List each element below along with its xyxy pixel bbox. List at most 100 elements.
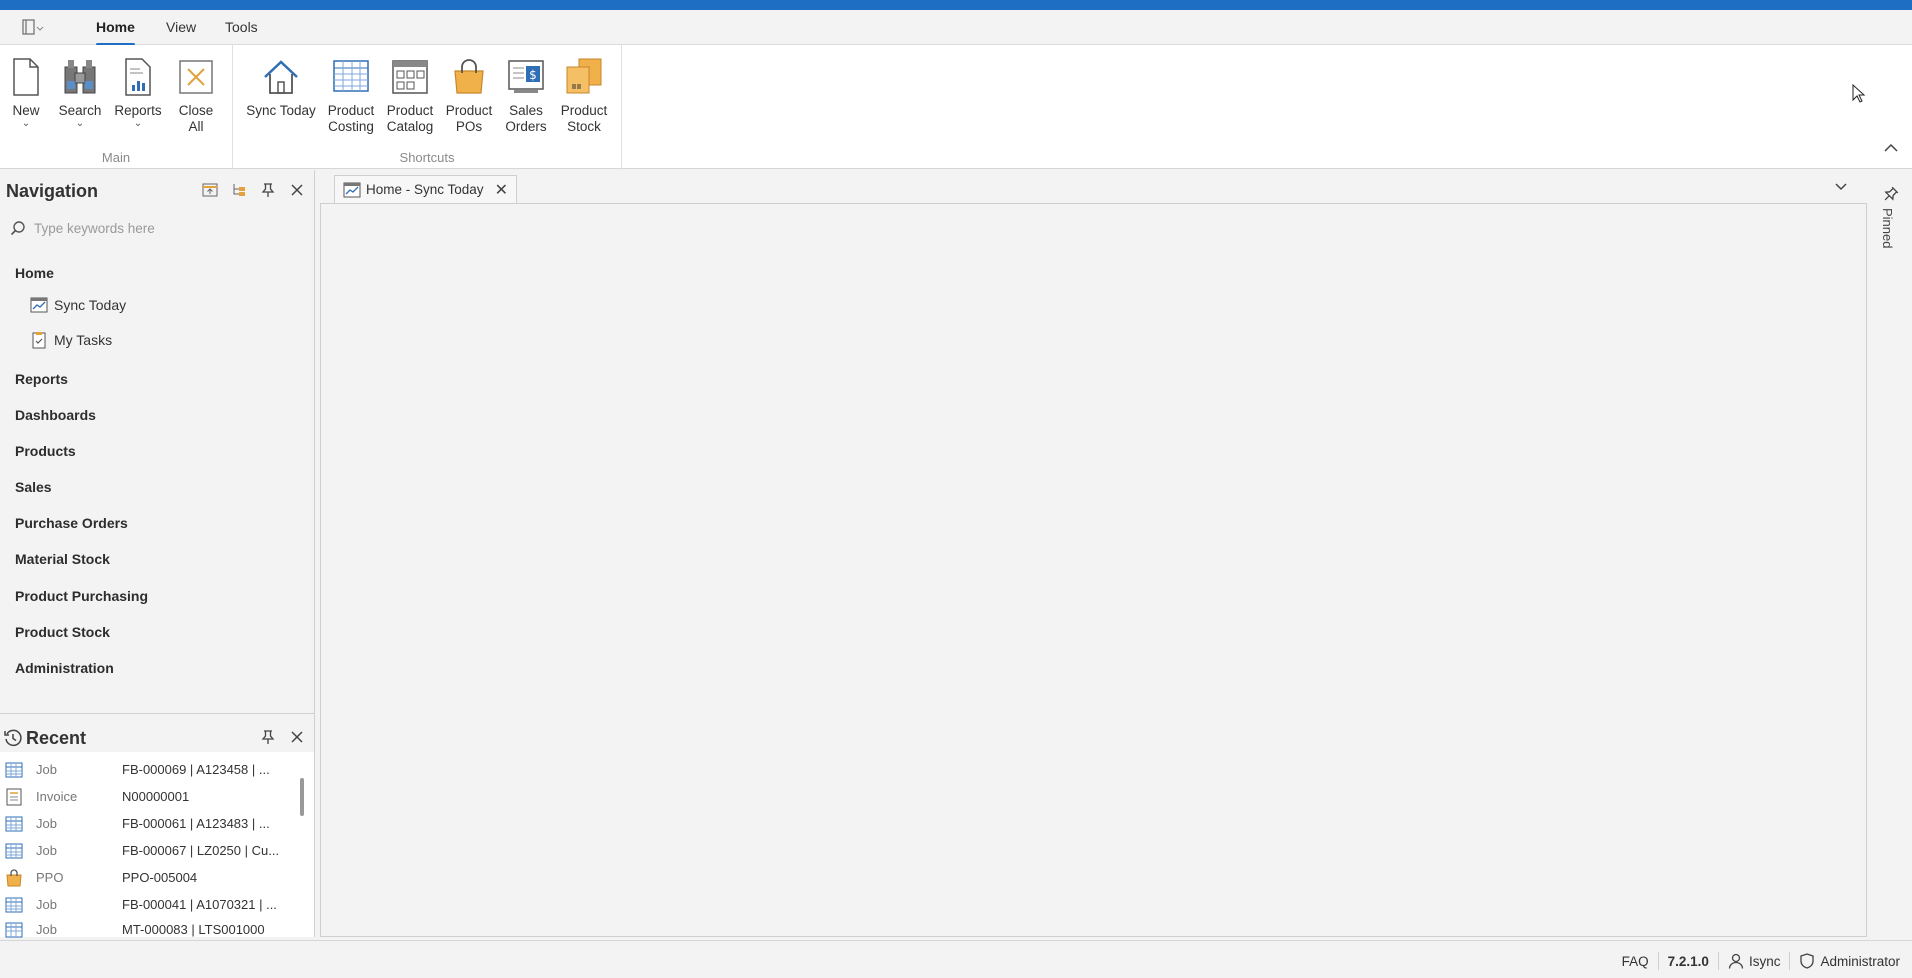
recent-row[interactable]: Job FB-000061 | A123483 | ... xyxy=(0,810,296,837)
tab-home[interactable]: Home xyxy=(96,19,135,46)
product-pos-button[interactable]: Product POs xyxy=(443,55,495,135)
pin-recent-button[interactable] xyxy=(258,727,277,746)
ribbon-group-shortcuts-label: Shortcuts xyxy=(399,150,455,165)
recent-row-type: Job xyxy=(36,816,57,831)
document-list-dropdown[interactable] xyxy=(1833,180,1849,196)
sales-orders-button[interactable]: $ Sales Orders xyxy=(500,55,552,135)
new-button[interactable]: New ⌄ xyxy=(7,55,45,129)
product-pos-label: Product POs xyxy=(445,103,493,134)
recent-row-type: Invoice xyxy=(36,789,78,804)
nav-group-administration[interactable]: Administration xyxy=(15,660,114,676)
collapse-ribbon-button[interactable] xyxy=(1882,140,1900,156)
user-status[interactable]: Isync xyxy=(1728,953,1781,969)
search-icon xyxy=(10,221,25,236)
user-icon xyxy=(1728,953,1744,969)
nav-item-sync-today[interactable]: Sync Today xyxy=(30,296,126,314)
nav-group-reports[interactable]: Reports xyxy=(15,371,68,387)
ribbon-group-main: New ⌄ Search ⌄ Reports ⌄ Close All Main xyxy=(0,45,233,169)
nav-group-product-stock[interactable]: Product Stock xyxy=(15,624,110,640)
chevron-down-icon: ⌄ xyxy=(75,118,85,129)
boxes-icon xyxy=(562,55,606,99)
nav-item-my-tasks-label: My Tasks xyxy=(54,332,113,348)
document-tab-sync-today[interactable]: Home - Sync Today ✕ xyxy=(334,175,517,203)
tab-view[interactable]: View xyxy=(166,19,196,35)
sales-order-icon: $ xyxy=(504,55,548,99)
product-stock-button[interactable]: Product Stock xyxy=(557,55,611,135)
mouse-cursor-icon xyxy=(1852,84,1866,103)
product-catalog-button[interactable]: Product Catalog xyxy=(384,55,436,135)
collapse-all-button[interactable] xyxy=(200,180,219,199)
document-tab-label: Home - Sync Today xyxy=(366,182,484,197)
tree-view-button[interactable] xyxy=(229,180,248,199)
recent-header: Recent xyxy=(0,714,314,752)
report-icon xyxy=(116,55,160,99)
close-pane-button[interactable] xyxy=(287,180,306,199)
recent-row[interactable]: PPO PPO-005004 xyxy=(0,864,296,891)
nav-group-dashboards[interactable]: Dashboards xyxy=(15,407,96,423)
nav-group-material-stock[interactable]: Material Stock xyxy=(15,551,110,567)
nav-item-my-tasks[interactable]: My Tasks xyxy=(30,331,112,349)
job-grid-icon xyxy=(4,922,24,938)
status-bar: FAQ 7.2.1.0 Isync Administrator xyxy=(0,940,1912,978)
recent-row-value: FB-000069 | A123458 | ... xyxy=(122,762,270,777)
svg-text:$: $ xyxy=(529,68,537,82)
recent-row[interactable]: Invoice N00000001 xyxy=(0,783,296,810)
reports-button-label: Reports xyxy=(114,103,162,118)
catalog-icon xyxy=(388,55,432,99)
nav-group-product-purchasing[interactable]: Product Purchasing xyxy=(15,588,148,604)
shopping-bag-icon xyxy=(447,55,491,99)
recent-row[interactable]: Job FB-000069 | A123458 | ... xyxy=(0,756,296,783)
recent-row[interactable]: Job FB-000067 | LZ0250 | Cu... xyxy=(0,837,296,864)
close-all-button[interactable]: Close All xyxy=(174,55,218,135)
clipboard-icon xyxy=(32,332,46,349)
app-menu-button[interactable] xyxy=(18,16,48,38)
tab-tools[interactable]: Tools xyxy=(225,19,258,35)
nav-group-sales[interactable]: Sales xyxy=(15,479,52,495)
recent-row-value: PPO-005004 xyxy=(122,870,198,885)
nav-group-home[interactable]: Home xyxy=(15,265,54,281)
history-icon xyxy=(4,729,22,747)
recent-row-value: FB-000067 | LZ0250 | Cu... xyxy=(122,843,280,858)
user-name: Isync xyxy=(1748,953,1781,969)
ribbon-group-main-label: Main xyxy=(101,150,131,165)
navigation-search xyxy=(10,217,300,239)
recent-scrollbar-thumb[interactable] xyxy=(300,778,304,816)
chart-icon xyxy=(30,297,48,313)
search-button[interactable]: Search ⌄ xyxy=(57,55,103,129)
recent-row-value: MT-000083 | LTS001000 xyxy=(122,922,265,937)
navigation-search-input[interactable] xyxy=(34,220,274,236)
chevron-down-icon xyxy=(1835,183,1847,191)
spreadsheet-icon xyxy=(329,55,373,99)
recent-row[interactable]: Job FB-000041 | A1070321 | ... xyxy=(0,891,296,918)
nav-item-sync-today-label: Sync Today xyxy=(54,297,127,313)
recent-row-type: Job xyxy=(36,762,57,777)
pin-pane-button[interactable] xyxy=(258,180,277,199)
close-all-icon xyxy=(174,55,218,99)
recent-row-type: PPO xyxy=(36,870,64,885)
reports-button[interactable]: Reports ⌄ xyxy=(112,55,164,129)
close-icon xyxy=(290,183,303,196)
product-costing-button[interactable]: Product Costing xyxy=(325,55,377,135)
nav-group-products[interactable]: Products xyxy=(15,443,76,459)
nav-group-purchase-orders[interactable]: Purchase Orders xyxy=(15,515,128,531)
faq-link[interactable]: FAQ xyxy=(1622,954,1649,969)
recent-row[interactable]: Job MT-000083 | LTS001000 xyxy=(0,918,296,938)
binoculars-icon xyxy=(58,55,102,99)
document-content xyxy=(320,203,1867,937)
recent-row-type: Job xyxy=(36,922,57,937)
status-items: FAQ 7.2.1.0 Isync Administrator xyxy=(1622,952,1900,970)
job-grid-icon xyxy=(4,816,24,832)
recent-row-value: FB-000041 | A1070321 | ... xyxy=(122,897,277,912)
status-divider xyxy=(1657,952,1659,970)
navigation-pane: Navigation Home Sync Today My Tasks Repo… xyxy=(0,170,315,713)
close-recent-button[interactable] xyxy=(287,727,306,746)
home-icon xyxy=(259,55,303,99)
close-tab-button[interactable]: ✕ xyxy=(495,180,508,200)
product-stock-label: Product Stock xyxy=(560,103,608,134)
sync-today-button[interactable]: Sync Today xyxy=(245,55,317,119)
role-status[interactable]: Administrator xyxy=(1799,953,1900,969)
chart-icon xyxy=(343,182,361,197)
close-all-button-label: Close All xyxy=(178,103,214,134)
ribbon-group-shortcuts: Sync Today Product Costing Product Catal… xyxy=(233,45,622,169)
pinned-panel-strip[interactable]: Pinned xyxy=(1868,170,1912,937)
